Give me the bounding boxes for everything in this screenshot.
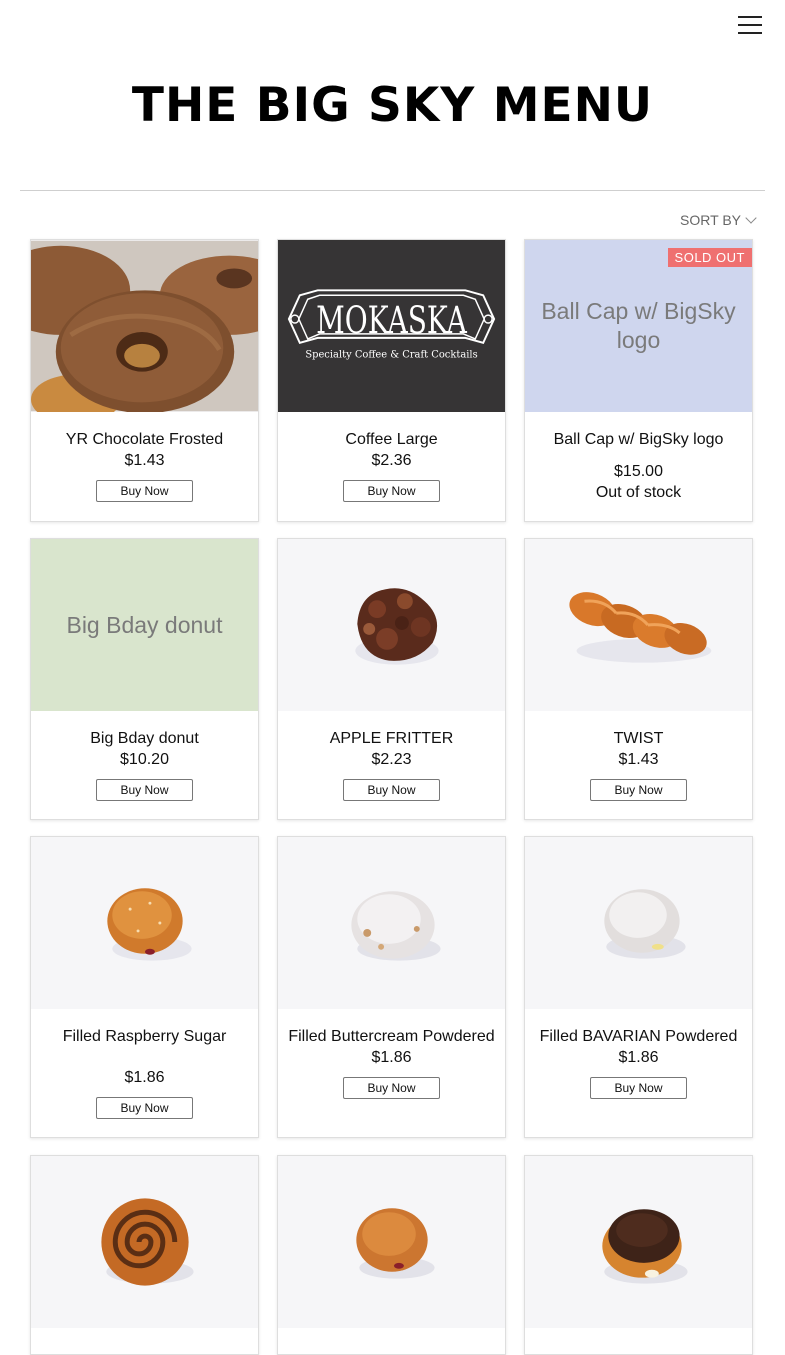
product-name[interactable]: Filled BAVARIAN Powdered bbox=[533, 1026, 744, 1047]
logo-subtext: Specialty Coffee & Craft Cocktails bbox=[305, 350, 477, 361]
product-name[interactable]: YR Chocolate Frosted bbox=[39, 429, 250, 450]
product-info: APPLE FRITTER $2.23 Buy Now bbox=[278, 711, 505, 801]
product-price: $10.20 bbox=[120, 751, 169, 768]
product-price: $1.86 bbox=[124, 1069, 165, 1086]
chocolate-frosted-donut-image bbox=[31, 240, 258, 412]
product-card[interactable]: Filled BAVARIAN Powdered $1.86 Buy Now bbox=[524, 836, 753, 1138]
product-card[interactable] bbox=[524, 1155, 753, 1355]
product-info: Filled BAVARIAN Powdered $1.86 Buy Now bbox=[525, 1009, 752, 1099]
logo-text: MOKASKA bbox=[316, 298, 467, 342]
raspberry-sugar-donut-image bbox=[107, 888, 192, 961]
buy-now-button[interactable]: Buy Now bbox=[343, 779, 440, 801]
product-info: Filled Buttercream Powdered $1.86 Buy No… bbox=[278, 1009, 505, 1099]
twist-donut-image bbox=[569, 592, 712, 663]
product-name[interactable]: Filled Raspberry Sugar bbox=[39, 1026, 250, 1047]
buy-now-button[interactable]: Buy Now bbox=[590, 1077, 687, 1099]
buy-now-button[interactable]: Buy Now bbox=[590, 779, 687, 801]
buy-now-button[interactable]: Buy Now bbox=[96, 1097, 193, 1119]
sold-out-badge: SOLD OUT bbox=[667, 248, 752, 267]
page-title: THE BIG SKY MENU bbox=[131, 78, 654, 133]
product-price: $1.86 bbox=[618, 1049, 659, 1066]
apple-fritter-image bbox=[355, 588, 439, 665]
product-image[interactable] bbox=[278, 1156, 505, 1328]
product-price: $1.43 bbox=[618, 751, 659, 768]
product-card[interactable] bbox=[277, 1155, 506, 1355]
divider bbox=[20, 190, 765, 191]
product-image[interactable]: MOKASKA Specialty Coffee & Craft Cocktai… bbox=[278, 240, 505, 412]
product-card[interactable]: Ball Cap w/ BigSky logo SOLD OUT Ball Ca… bbox=[524, 239, 753, 522]
product-image[interactable]: Ball Cap w/ BigSky logo SOLD OUT bbox=[525, 240, 752, 412]
product-image[interactable] bbox=[278, 837, 505, 1009]
product-card[interactable]: YR Chocolate Frosted $1.43 Buy Now bbox=[30, 239, 259, 522]
product-card[interactable]: APPLE FRITTER $2.23 Buy Now bbox=[277, 538, 506, 820]
product-card[interactable]: MOKASKA Specialty Coffee & Craft Cocktai… bbox=[277, 239, 506, 522]
product-image[interactable] bbox=[31, 1156, 258, 1328]
product-name[interactable]: Big Bday donut bbox=[39, 728, 250, 749]
stock-status: Out of stock bbox=[595, 484, 682, 501]
chevron-down-icon bbox=[745, 212, 757, 224]
buy-now-button[interactable]: Buy Now bbox=[343, 480, 440, 502]
buy-now-button[interactable]: Buy Now bbox=[343, 1077, 440, 1099]
product-card[interactable]: Filled Raspberry Sugar $1.86 Buy Now bbox=[30, 836, 259, 1138]
product-info: Ball Cap w/ BigSky logo $15.00 Out of st… bbox=[525, 412, 752, 503]
product-price: $1.86 bbox=[371, 1049, 412, 1066]
product-image[interactable] bbox=[31, 837, 258, 1009]
product-image[interactable] bbox=[525, 539, 752, 711]
buttercream-powdered-donut-image bbox=[351, 891, 441, 961]
product-name[interactable]: Filled Buttercream Powdered bbox=[286, 1026, 497, 1047]
product-image[interactable] bbox=[525, 837, 752, 1009]
image-placeholder-text: Big Bday donut bbox=[66, 611, 223, 638]
glazed-filled-donut-image bbox=[356, 1208, 435, 1279]
product-card[interactable]: Big Bday donut Big Bday donut $10.20 Buy… bbox=[30, 538, 259, 820]
product-card[interactable]: Filled Buttercream Powdered $1.86 Buy No… bbox=[277, 836, 506, 1138]
product-image[interactable] bbox=[525, 1156, 752, 1328]
mokaska-logo-icon: MOKASKA Specialty Coffee & Craft Cocktai… bbox=[278, 240, 505, 412]
sort-by-dropdown[interactable]: SORT BY bbox=[680, 212, 757, 228]
chocolate-bavarian-donut-image bbox=[602, 1209, 688, 1284]
cinnamon-roll-image bbox=[101, 1198, 194, 1286]
product-price: $1.43 bbox=[124, 452, 165, 469]
product-card[interactable]: TWIST $1.43 Buy Now bbox=[524, 538, 753, 820]
buy-now-button[interactable]: Buy Now bbox=[96, 480, 193, 502]
product-name[interactable]: APPLE FRITTER bbox=[286, 728, 497, 749]
product-name[interactable]: TWIST bbox=[533, 728, 744, 749]
bavarian-powdered-donut-image bbox=[604, 889, 686, 959]
product-image[interactable]: Big Bday donut bbox=[31, 539, 258, 711]
product-price: $2.23 bbox=[371, 751, 412, 768]
product-card[interactable] bbox=[30, 1155, 259, 1355]
product-info: TWIST $1.43 Buy Now bbox=[525, 711, 752, 801]
buy-now-button[interactable]: Buy Now bbox=[96, 779, 193, 801]
product-image[interactable] bbox=[31, 240, 258, 412]
sort-by-label: SORT BY bbox=[680, 212, 741, 228]
product-price: $15.00 bbox=[614, 463, 663, 480]
product-name[interactable]: Coffee Large bbox=[286, 429, 497, 450]
product-image[interactable] bbox=[278, 539, 505, 711]
product-info: Big Bday donut $10.20 Buy Now bbox=[31, 711, 258, 801]
product-info: Coffee Large $2.36 Buy Now bbox=[278, 412, 505, 502]
product-price: $2.36 bbox=[371, 452, 412, 469]
product-name[interactable]: Ball Cap w/ BigSky logo bbox=[533, 429, 744, 450]
product-info: YR Chocolate Frosted $1.43 Buy Now bbox=[31, 412, 258, 502]
product-info: Filled Raspberry Sugar $1.86 Buy Now bbox=[31, 1009, 258, 1119]
hamburger-menu-icon[interactable] bbox=[738, 14, 762, 36]
